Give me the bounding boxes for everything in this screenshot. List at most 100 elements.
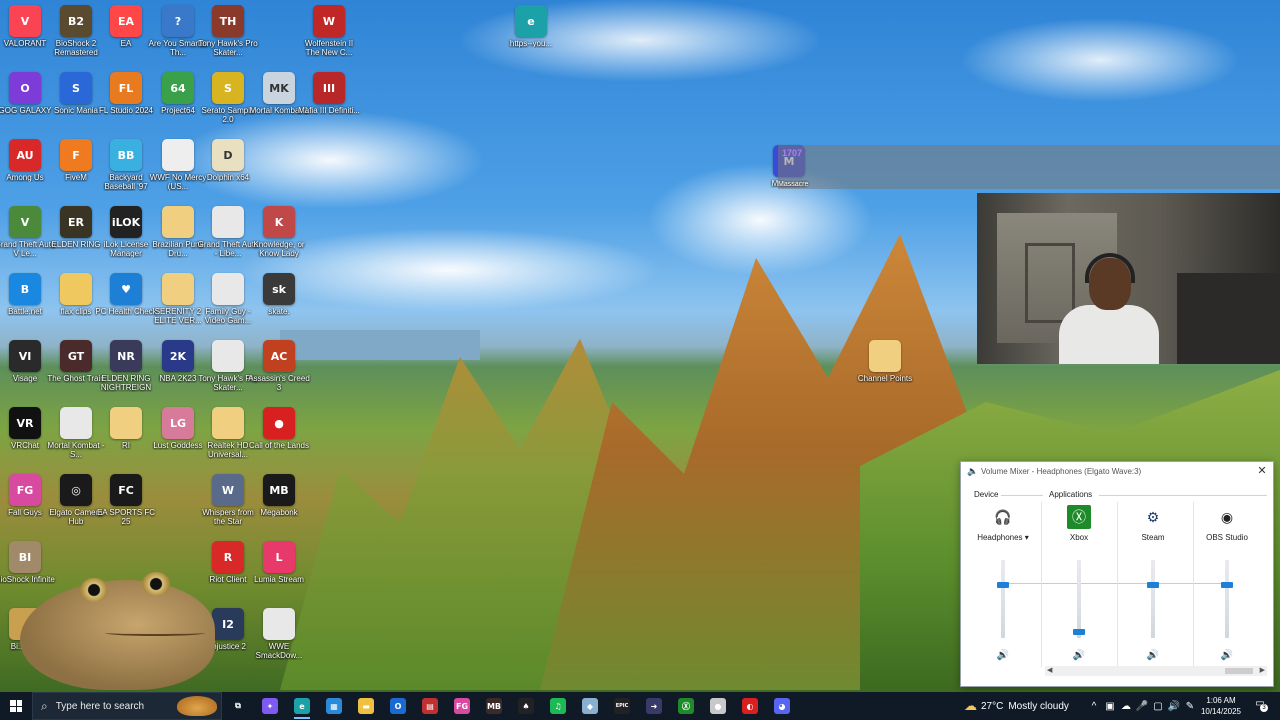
desktop-icon[interactable]: ● Call of the Lands xyxy=(249,407,309,473)
scroll-left-icon[interactable]: ◀ xyxy=(1047,666,1052,676)
volume-slider[interactable] xyxy=(997,560,1009,638)
desktop-icon[interactable]: ◎ Elgato Camera Hub xyxy=(48,474,104,540)
desktop-icon[interactable]: Realtek HD Universal... xyxy=(200,407,256,473)
mute-toggle-icon[interactable]: 🔊 xyxy=(1221,650,1233,661)
desktop-icon[interactable]: Channel Points xyxy=(857,340,913,406)
taskbar-app-copilot[interactable]: ✦ xyxy=(254,692,286,720)
taskbar-app-spotify[interactable]: ♫ xyxy=(542,692,574,720)
desktop-icon[interactable]: BB Backyard Baseball '97 xyxy=(98,139,154,205)
desktop-icon[interactable]: FL FL Studio 2024 xyxy=(98,72,154,138)
desktop-icon[interactable]: D Dolphin x64 xyxy=(200,139,256,205)
desktop-icon[interactable]: AC Assassin's Creed 3 xyxy=(248,340,310,406)
desktop-icon[interactable]: S Sonic Mania xyxy=(48,72,104,138)
weather-widget[interactable]: ☁ 27°C Mostly cloudy xyxy=(964,692,1069,720)
taskbar-app-app-10[interactable]: ♠ xyxy=(510,692,542,720)
desktop-icon[interactable]: III Mafia III Definiti... xyxy=(298,72,360,138)
network-icon[interactable]: ▢ xyxy=(1150,701,1166,712)
taskbar-app-file-explorer[interactable]: ▬ xyxy=(350,692,382,720)
notification-button[interactable]: ▭ 3 xyxy=(1252,698,1268,714)
taskbar-app-megabonk[interactable]: MB xyxy=(478,692,510,720)
mixer-titlebar[interactable]: 🔈 Volume Mixer - Headphones (Elgato Wave… xyxy=(961,462,1273,480)
slider-thumb[interactable] xyxy=(1073,629,1085,635)
desktop-icon[interactable]: K Knowledge, or Know Lady xyxy=(251,206,307,272)
desktop-icon[interactable]: W Whispers from the Star xyxy=(200,474,256,540)
desktop-icon[interactable]: GT The Ghost Train xyxy=(47,340,105,406)
taskbar-app-discord[interactable]: ◕ xyxy=(766,692,798,720)
desktop-icon[interactable]: S Serato Sample 2.0 xyxy=(200,72,256,138)
desktop-icon[interactable]: 64 Project64 xyxy=(150,72,206,138)
desktop-icon[interactable]: ? Are You Smarter Th... xyxy=(149,5,207,71)
taskbar-app-fall-guys[interactable]: FG xyxy=(446,692,478,720)
search-highlight-icon[interactable] xyxy=(177,696,217,716)
volume-slider[interactable] xyxy=(1147,560,1159,638)
taskbar-app-epic-games[interactable]: EPIC xyxy=(606,692,638,720)
desktop-icon[interactable]: B Battle.net xyxy=(0,273,53,339)
scroll-right-icon[interactable]: ▶ xyxy=(1260,666,1265,676)
horizontal-scrollbar[interactable]: ◀ ▶ xyxy=(1045,666,1267,676)
tray-app-icon[interactable]: ▣ xyxy=(1102,701,1118,712)
show-hidden-icons[interactable]: ^ xyxy=(1086,701,1102,712)
desktop-icon[interactable]: Grand Theft Auto - Libe... xyxy=(198,206,258,272)
taskbar-app-task-view[interactable]: ⧉ xyxy=(222,692,254,720)
taskbar-app-outlook[interactable]: O xyxy=(382,692,414,720)
desktop-icon[interactable]: F FiveM xyxy=(48,139,104,205)
pen-icon[interactable]: ✎ xyxy=(1182,701,1198,712)
desktop-icon[interactable]: flax clips xyxy=(48,273,104,339)
mute-toggle-icon[interactable]: 🔊 xyxy=(1073,650,1085,661)
desktop-icon[interactable]: iLOK iLok License Manager xyxy=(98,206,154,272)
close-button[interactable]: ✕ xyxy=(1255,464,1269,478)
desktop-icon[interactable]: VI Visage xyxy=(0,340,53,406)
desktop-icon[interactable]: WWF No Mercy (US... xyxy=(150,139,206,205)
desktop-icon[interactable]: TH Tony Hawk's Pro Skater... xyxy=(198,5,258,71)
device-dropdown[interactable]: Headphones ▾ xyxy=(977,533,1029,543)
desktop-icon[interactable]: WWE SmackDow... xyxy=(251,608,307,674)
desktop-icon[interactable]: Brazilian Punk Dru... xyxy=(150,206,206,272)
mute-toggle-icon[interactable]: 🔊 xyxy=(997,650,1009,661)
desktop-icon[interactable]: e https--you... xyxy=(503,5,559,71)
slider-thumb[interactable] xyxy=(1147,582,1159,588)
volume-slider[interactable] xyxy=(1073,560,1085,638)
volume-slider[interactable] xyxy=(1221,560,1233,638)
volume-icon[interactable]: 🔊 xyxy=(1166,701,1182,712)
taskbar-search-box[interactable]: ⌕ Type here to search xyxy=(32,692,222,720)
desktop-icon[interactable]: EA EA xyxy=(98,5,154,71)
desktop-icon[interactable]: B2 BioShock 2 Remastered xyxy=(48,5,104,71)
taskbar-clock[interactable]: 1:06 AM 10/14/2025 xyxy=(1198,695,1244,717)
desktop-icon[interactable]: W Wolfenstein II The New C... xyxy=(301,5,357,71)
desktop-icon[interactable]: V VALORANT xyxy=(0,5,53,71)
headphones-icon[interactable]: 🎧 xyxy=(991,505,1015,529)
onedrive-icon[interactable]: ☁ xyxy=(1118,701,1134,712)
taskbar-app-xbox[interactable]: Ⓧ xyxy=(670,692,702,720)
desktop-icon[interactable]: LG Lust Goddess xyxy=(150,407,206,473)
microphone-icon[interactable]: 🎤 xyxy=(1134,701,1150,712)
desktop-icon[interactable]: 2K NBA 2K23 xyxy=(150,340,206,406)
desktop-icon[interactable]: sk skate. xyxy=(251,273,307,339)
desktop-icon[interactable]: V Grand Theft Auto V Le... xyxy=(0,206,55,272)
desktop-icon[interactable]: ER ELDEN RING xyxy=(48,206,104,272)
taskbar-app-app-16[interactable]: ● xyxy=(702,692,734,720)
taskbar-app-edge[interactable]: e xyxy=(286,692,318,720)
desktop-icon[interactable]: L Lumia Stream xyxy=(251,541,307,607)
desktop-icon[interactable]: MB Megabonk xyxy=(251,474,307,540)
desktop-icon[interactable]: O GOG GALAXY xyxy=(0,72,53,138)
desktop-icon[interactable]: MK Mortal Kombat 1 xyxy=(250,72,308,138)
taskbar-app-store[interactable]: ▦ xyxy=(318,692,350,720)
mute-toggle-icon[interactable]: 🔊 xyxy=(1147,650,1159,661)
desktop-icon[interactable]: Tony Hawk's Pro Skater... xyxy=(198,340,258,406)
desktop-icon[interactable]: SERENITY 2 ELITE VER... xyxy=(150,273,206,339)
slider-thumb[interactable] xyxy=(997,582,1009,588)
taskbar-app-app-17[interactable]: ◐ xyxy=(734,692,766,720)
desktop-icon[interactable]: FG Fall Guys xyxy=(0,474,53,540)
slider-thumb[interactable] xyxy=(1221,582,1233,588)
desktop-icon[interactable]: NR ELDEN RING NIGHTREIGN xyxy=(98,340,154,406)
desktop-icon[interactable]: Mortal Kombat - S... xyxy=(48,407,104,473)
desktop-icon[interactable]: RI xyxy=(98,407,154,473)
start-button[interactable] xyxy=(0,692,32,720)
taskbar-app-app-7[interactable]: ▤ xyxy=(414,692,446,720)
desktop-icon[interactable]: VR VRChat xyxy=(0,407,53,473)
desktop-icon[interactable]: Family Guy - Video Gam... xyxy=(200,273,256,339)
desktop-icon[interactable]: ♥ PC Health Check xyxy=(95,273,157,339)
desktop-icon[interactable]: FC EA SPORTS FC 25 xyxy=(97,474,155,540)
desktop-icon[interactable]: AU Among Us xyxy=(0,139,53,205)
scrollbar-thumb[interactable] xyxy=(1225,668,1253,674)
